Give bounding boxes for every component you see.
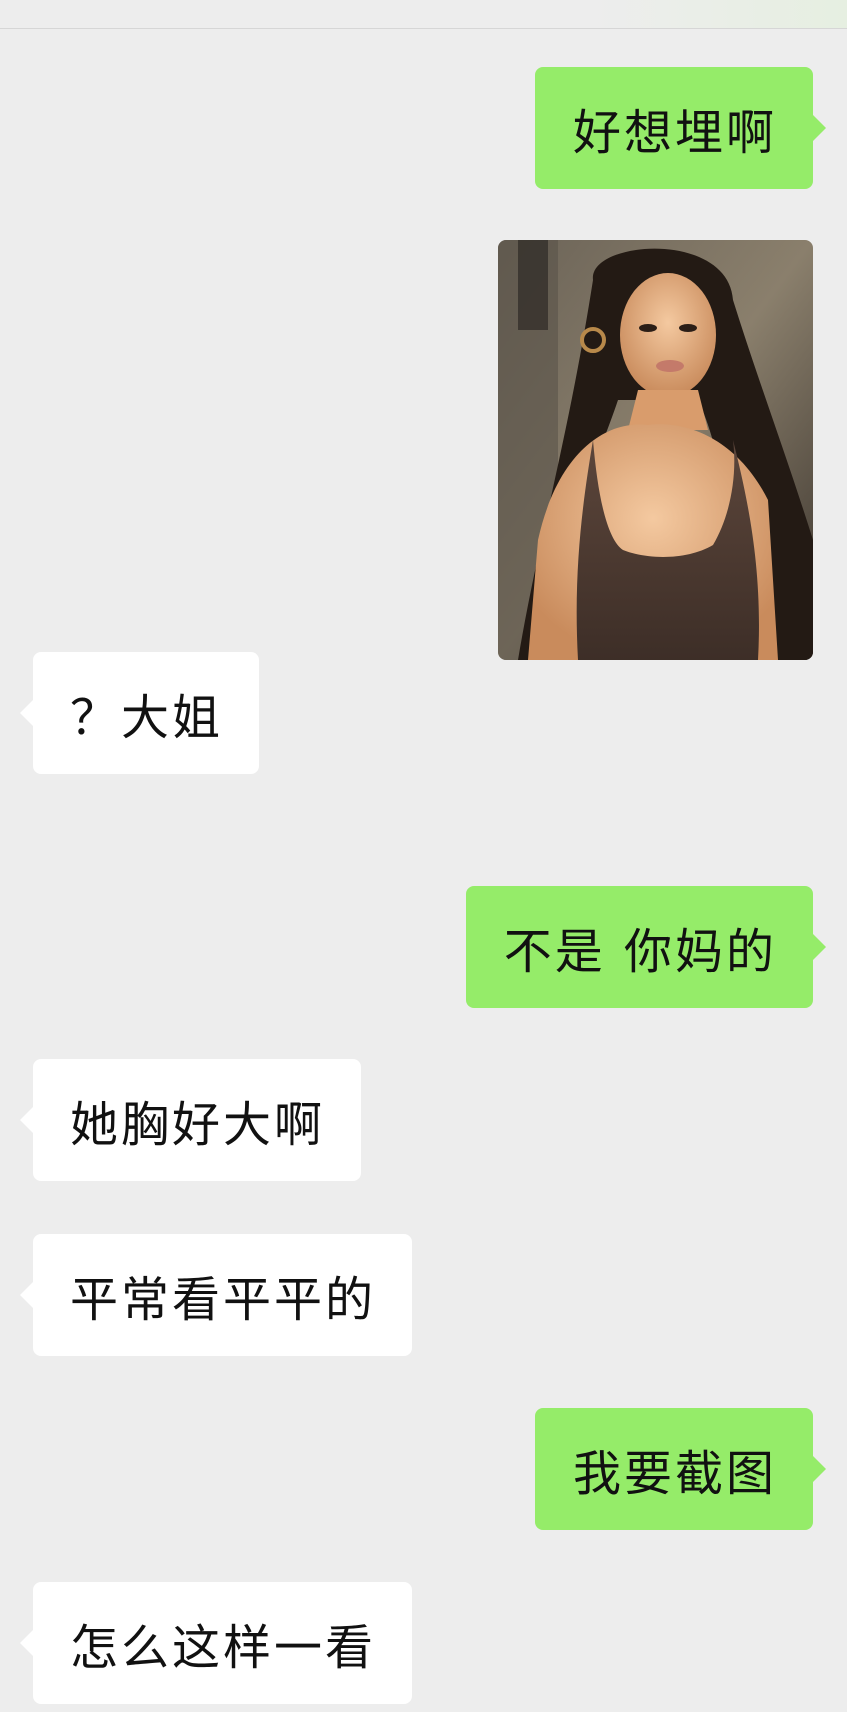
- top-bar: [0, 0, 847, 29]
- incoming-message-bubble[interactable]: 她胸好大啊: [19, 1059, 362, 1181]
- message-text: 好想埋啊: [572, 105, 777, 161]
- incoming-message-bubble[interactable]: ？大姐: [19, 652, 260, 774]
- message-text: 平常看平平的: [70, 1272, 377, 1328]
- outgoing-message-bubble[interactable]: 好想埋啊: [534, 67, 827, 189]
- message-text: ？大姐: [70, 690, 224, 746]
- incoming-message-bubble[interactable]: 平常看平平的: [19, 1234, 413, 1356]
- incoming-message-bubble[interactable]: 怎么这样一看: [19, 1582, 413, 1704]
- image-message-thumbnail[interactable]: [498, 240, 813, 660]
- selfie-photo: [498, 240, 813, 660]
- message-text: 我要截图: [572, 1446, 777, 1502]
- chat-message-list[interactable]: 好想埋啊 ？大姐 不是 你妈的 她胸好大啊 平常看平平的 我要截图 怎么这样一看: [0, 28, 847, 1712]
- outgoing-message-bubble[interactable]: 不是 你妈的: [465, 886, 827, 1008]
- message-text: 她胸好大啊: [70, 1097, 326, 1153]
- message-text: 怎么这样一看: [70, 1620, 377, 1676]
- outgoing-message-bubble[interactable]: 我要截图: [534, 1408, 827, 1530]
- message-text: 不是 你妈的: [503, 924, 777, 980]
